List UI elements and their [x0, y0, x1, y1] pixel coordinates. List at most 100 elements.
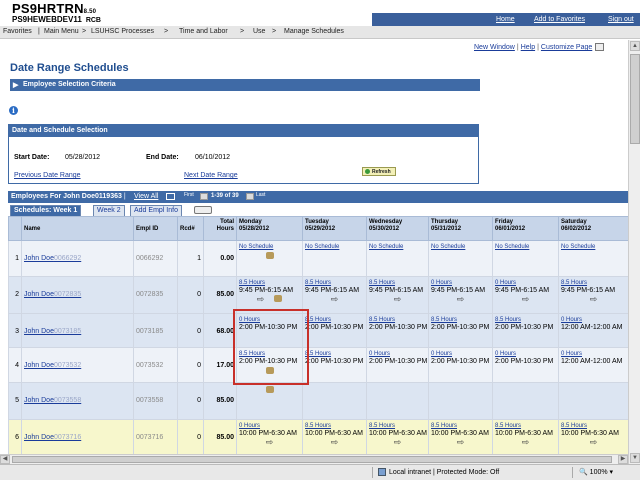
- scroll-right-icon[interactable]: ▶: [618, 455, 628, 464]
- col-rcd[interactable]: Rcd#: [177, 216, 204, 241]
- empl-id-cell: 0073558: [133, 382, 178, 420]
- refresh-button[interactable]: Refresh: [362, 167, 396, 176]
- schedule-hours-link[interactable]: 8.5 Hours: [561, 422, 626, 430]
- tab-add-empl-info[interactable]: Add Empl Info: [130, 205, 182, 216]
- download-grid-icon[interactable]: [166, 193, 175, 200]
- show-all-columns-icon[interactable]: [194, 206, 212, 214]
- schedule-hours-link[interactable]: 8.5 Hours: [369, 279, 426, 287]
- schedule-hours-link[interactable]: No Schedule: [305, 243, 364, 251]
- row-number: 5: [8, 382, 22, 420]
- schedule-hours-link[interactable]: 8.5 Hours: [305, 350, 364, 358]
- scroll-up-icon[interactable]: ▲: [630, 41, 640, 51]
- col-emplid[interactable]: Empl ID: [133, 216, 178, 241]
- employee-name-link[interactable]: John Doe0073185: [24, 328, 81, 335]
- employee-name-link[interactable]: John Doe0073532: [24, 362, 81, 369]
- schedule-hours-link[interactable]: No Schedule: [561, 243, 626, 251]
- tab-schedules-week-1[interactable]: Schedules: Week 1: [10, 205, 82, 216]
- schedule-hours-link[interactable]: 0 Hours: [561, 350, 626, 358]
- new-window-icon[interactable]: [595, 43, 605, 51]
- nav-time-and-labor[interactable]: Time and Labor: [179, 28, 228, 35]
- copy-forward-arrow-icon[interactable]: ⇨: [431, 295, 490, 304]
- employee-name-link[interactable]: John Doe0066292: [24, 255, 81, 262]
- employee-name-link[interactable]: John Doe0073558: [24, 397, 81, 404]
- scroll-down-icon[interactable]: ▼: [630, 453, 640, 463]
- copy-forward-arrow-icon[interactable]: ⇨: [239, 438, 300, 447]
- tab-week-2[interactable]: Week 2: [93, 205, 125, 216]
- horizontal-scrollbar[interactable]: ◀ ▶: [0, 454, 628, 464]
- schedule-hours-link[interactable]: 8.5 Hours: [495, 316, 556, 324]
- hscroll-thumb[interactable]: [12, 456, 612, 463]
- schedule-hours-link[interactable]: 8.5 Hours: [305, 279, 364, 287]
- schedule-hours-link[interactable]: 0 Hours: [561, 316, 626, 324]
- schedule-hours-link[interactable]: 8.5 Hours: [239, 279, 300, 287]
- empl-id-cell: 0066292: [133, 240, 178, 277]
- help-link[interactable]: Help: [521, 44, 535, 51]
- new-window-link[interactable]: New Window: [474, 44, 515, 51]
- row-number: 1: [8, 240, 22, 277]
- col-thursday[interactable]: Thursday 05/31/2012: [428, 216, 493, 241]
- schedule-hours-link[interactable]: No Schedule: [239, 243, 300, 251]
- schedule-hours-link[interactable]: No Schedule: [431, 243, 490, 251]
- schedule-detail-wrapper: [239, 386, 300, 395]
- schedule-hours-link[interactable]: 8.5 Hours: [495, 422, 556, 430]
- copy-forward-arrow-icon[interactable]: ⇨: [369, 438, 426, 447]
- next-page-button[interactable]: [246, 193, 254, 200]
- col-tuesday[interactable]: Tuesday 05/29/2012: [302, 216, 367, 241]
- schedule-hours-link[interactable]: 0 Hours: [239, 422, 300, 430]
- schedule-hours-link[interactable]: 8.5 Hours: [561, 279, 626, 287]
- copy-forward-arrow-icon[interactable]: ⇨: [561, 438, 626, 447]
- customize-page-link[interactable]: Customize Page: [541, 44, 592, 51]
- schedule-hours-link[interactable]: 0 Hours: [431, 279, 490, 287]
- col-saturday[interactable]: Saturday 06/02/2012: [558, 216, 629, 241]
- nav-favorites[interactable]: Favorites: [3, 28, 32, 35]
- schedule-hours-link[interactable]: 8.5 Hours: [305, 316, 364, 324]
- employee-selection-criteria-bar[interactable]: ▶ Employee Selection Criteria: [10, 79, 480, 91]
- previous-page-button[interactable]: [200, 193, 208, 200]
- schedule-hours-link[interactable]: 8.5 Hours: [369, 316, 426, 324]
- schedule-detail-icon[interactable]: [265, 252, 274, 259]
- copy-forward-arrow-icon[interactable]: ⇨: [305, 295, 364, 304]
- schedule-hours-link[interactable]: 8.5 Hours: [431, 316, 490, 324]
- schedule-hours-link[interactable]: 0 Hours: [369, 350, 426, 358]
- copy-forward-arrow-icon[interactable]: ⇨: [495, 295, 556, 304]
- schedule-hours-link[interactable]: 8.5 Hours: [431, 422, 490, 430]
- schedule-detail-icon[interactable]: [265, 386, 274, 393]
- previous-date-range-link[interactable]: Previous Date Range: [14, 172, 81, 179]
- col-name[interactable]: Name: [21, 216, 134, 241]
- employee-name-link[interactable]: John Doe0073716: [24, 434, 81, 441]
- nav-main-menu[interactable]: Main Menu: [44, 28, 79, 35]
- copy-forward-arrow-icon[interactable]: ⇨: [431, 438, 490, 447]
- scroll-left-icon[interactable]: ◀: [0, 455, 10, 464]
- info-icon[interactable]: i: [9, 106, 18, 115]
- schedule-detail-icon[interactable]: [274, 295, 283, 302]
- total-hours-cell: 85.00: [203, 382, 237, 420]
- next-date-range-link[interactable]: Next Date Range: [184, 172, 238, 179]
- scroll-thumb[interactable]: [630, 54, 640, 144]
- schedule-hours-link[interactable]: No Schedule: [495, 243, 556, 251]
- schedule-hours-link[interactable]: 8.5 Hours: [369, 422, 426, 430]
- nav-lsuhsc-processes[interactable]: LSUHSC Processes: [91, 28, 154, 35]
- zoom-level[interactable]: 🔍 100% ▾: [579, 468, 613, 476]
- home-link[interactable]: Home: [496, 16, 515, 23]
- copy-forward-arrow-icon[interactable]: ⇨: [305, 438, 364, 447]
- copy-forward-arrow-icon[interactable]: ⇨: [239, 295, 300, 304]
- copy-forward-arrow-icon[interactable]: ⇨: [369, 295, 426, 304]
- employee-name-link[interactable]: John Doe0072835: [24, 291, 81, 298]
- col-wednesday[interactable]: Wednesday 05/30/2012: [366, 216, 429, 241]
- copy-forward-arrow-icon[interactable]: ⇨: [561, 295, 626, 304]
- add-to-favorites-link[interactable]: Add to Favorites: [534, 16, 585, 23]
- sign-out-link[interactable]: Sign out: [608, 16, 634, 23]
- schedule-hours-link[interactable]: 0 Hours: [431, 350, 490, 358]
- schedule-hours-link[interactable]: No Schedule: [369, 243, 426, 251]
- col-monday[interactable]: Monday 05/28/2012: [236, 216, 303, 241]
- vertical-scrollbar[interactable]: ▲ ▼: [628, 40, 640, 464]
- col-friday[interactable]: Friday 06/01/2012: [492, 216, 559, 241]
- col-total-hours[interactable]: Total Hours: [203, 216, 237, 241]
- nav-use[interactable]: Use: [253, 28, 265, 35]
- schedule-hours-link[interactable]: 0 Hours: [495, 279, 556, 287]
- copy-forward-arrow-icon[interactable]: ⇨: [495, 438, 556, 447]
- schedule-hours-link[interactable]: 8.5 Hours: [305, 422, 364, 430]
- view-all-link[interactable]: View All: [134, 193, 158, 200]
- expand-triangle-icon[interactable]: ▶: [13, 81, 18, 89]
- schedule-hours-link[interactable]: 0 Hours: [495, 350, 556, 358]
